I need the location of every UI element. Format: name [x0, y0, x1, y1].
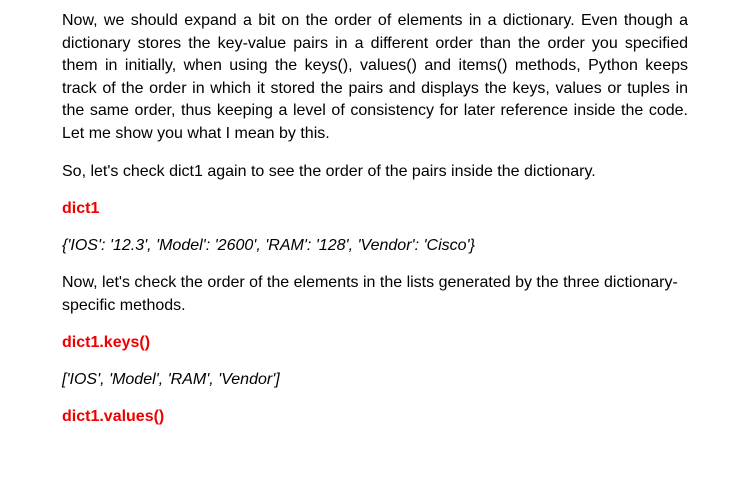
- intro-paragraph: Now, we should expand a bit on the order…: [62, 12, 688, 142]
- document-page: Now, we should expand a bit on the order…: [62, 10, 688, 428]
- code-dict1-keys: dict1.keys(): [62, 334, 151, 352]
- output-dict1: {'IOS': '12.3', 'Model': '2600', 'RAM': …: [62, 237, 475, 255]
- output-dict1-keys: ['IOS', 'Model', 'RAM', 'Vendor']: [62, 371, 280, 389]
- code-dict1: dict1: [62, 200, 100, 218]
- check-lists-paragraph: Now, let's check the order of the elemen…: [62, 274, 678, 314]
- code-dict1-values: dict1.values(): [62, 408, 165, 426]
- check-again-paragraph: So, let's check dict1 again to see the o…: [62, 162, 596, 180]
